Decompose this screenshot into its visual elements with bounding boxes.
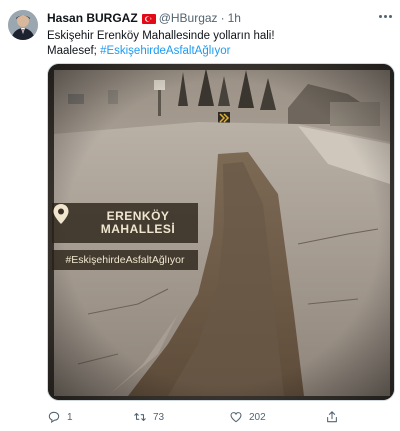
retweet-button[interactable]: 73	[133, 410, 229, 424]
action-bar: 1 73 202	[47, 409, 390, 425]
turkey-flag-icon	[141, 13, 156, 24]
hashtag-link[interactable]: #EskişehirdeAsfaltAğlıyor	[100, 45, 230, 57]
avatar[interactable]	[8, 10, 38, 40]
share-button[interactable]	[325, 410, 339, 424]
hashtag-overlay: #EskişehirdeAsfaltAğlıyor	[52, 250, 198, 270]
tweet-line-2: Maalesef; #EskişehirdeAsfaltAğlıyor	[47, 44, 390, 59]
like-button[interactable]: 202	[229, 410, 325, 424]
retweet-count: 73	[153, 411, 165, 423]
reply-button[interactable]: 1	[47, 410, 133, 424]
more-options-icon[interactable]	[376, 9, 394, 23]
retweet-icon	[134, 412, 146, 422]
hashtag-overlay-text: #EskişehirdeAsfaltAğlıyor	[65, 254, 185, 266]
tweet-text: Eskişehir Erenköy Mahallesinde yolların …	[47, 29, 390, 59]
location-label: ERENKÖY MAHALLESİ	[84, 210, 198, 236]
reply-icon	[48, 411, 60, 423]
location-badge: ERENKÖY MAHALLESİ	[52, 203, 198, 243]
reply-count: 1	[67, 411, 73, 423]
tweet-timestamp[interactable]: 1h	[228, 11, 241, 25]
author-name[interactable]: Hasan BURGAZ	[47, 11, 138, 25]
tweet-photo[interactable]: ERENKÖY MAHALLESİ #EskişehirdeAsfaltAğlı…	[47, 63, 395, 401]
share-icon	[327, 411, 337, 423]
separator-dot: ·	[220, 11, 225, 25]
tweet-card[interactable]: Hasan BURGAZ @HBurgaz · 1h Eskişehir Ere…	[0, 0, 400, 431]
like-count: 202	[249, 411, 266, 423]
location-pin-icon	[52, 203, 84, 243]
heart-icon	[230, 412, 242, 423]
author-handle[interactable]: @HBurgaz	[159, 11, 218, 25]
tweet-line-2-prefix: Maalesef;	[47, 45, 101, 57]
location-label-line-2: MAHALLESİ	[100, 222, 176, 236]
tweet-line-1: Eskişehir Erenköy Mahallesinde yolların …	[47, 30, 275, 42]
